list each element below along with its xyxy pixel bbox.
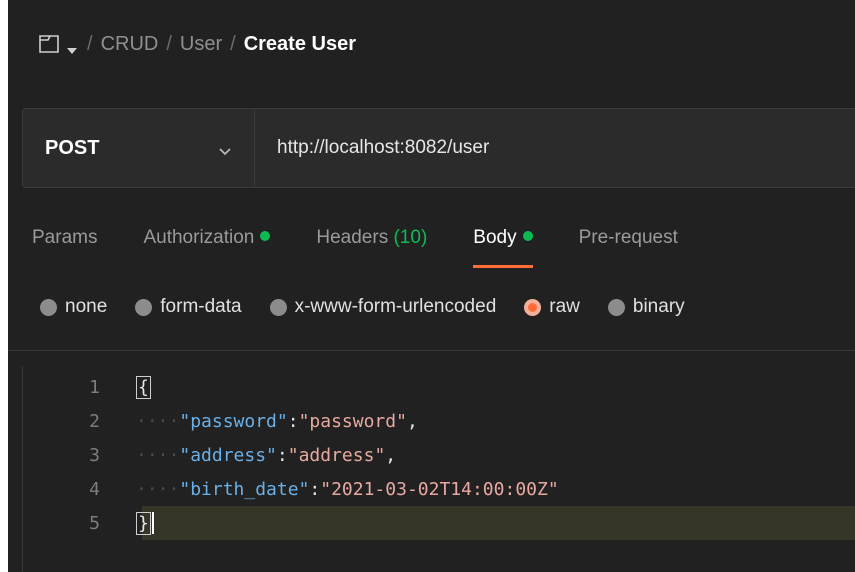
line-number: 1: [89, 376, 100, 398]
current-line-highlight: [142, 506, 855, 540]
request-bar: POST http://localhost:8082/user: [22, 108, 855, 188]
breadcrumb-separator: /: [230, 32, 236, 55]
body-editor[interactable]: 1 { 2 ···· "password": "password", 3 ···· "…: [8, 366, 855, 572]
tab-label: Headers: [316, 227, 389, 248]
tab-label: Pre-request: [578, 227, 678, 248]
code-content: {: [136, 375, 151, 399]
line-number: 3: [89, 444, 100, 466]
breadcrumb-separator: /: [166, 32, 172, 55]
radio-none[interactable]: none: [40, 296, 107, 318]
json-colon: :: [276, 444, 288, 466]
request-name[interactable]: Create User: [244, 33, 356, 56]
indent-guide: ····: [136, 444, 180, 466]
radio-raw[interactable]: raw: [524, 296, 580, 318]
status-dot: [522, 231, 533, 241]
radio-button[interactable]: [40, 298, 57, 316]
indent-guide: ····: [136, 478, 180, 500]
code-line-current[interactable]: 5 }: [8, 506, 855, 540]
tab-params[interactable]: Params: [32, 210, 97, 270]
code-line[interactable]: 1 {: [8, 370, 855, 404]
breadcrumb: / CRUD / User / Create User: [8, 0, 855, 88]
json-value: "password": [298, 410, 407, 432]
code-content: }: [136, 511, 154, 535]
caret-down-icon[interactable]: [65, 39, 79, 54]
radio-form-data[interactable]: form-data: [135, 296, 242, 318]
code-content: ···· "address": "address",: [136, 445, 396, 466]
indent-guide: ····: [136, 410, 180, 432]
json-comma: ,: [406, 410, 418, 432]
chevron-down-icon: [218, 143, 232, 156]
breadcrumb-item-crud[interactable]: CRUD: [101, 33, 159, 56]
code-content: ···· "birth_date": "2021-03-02T14:00:00Z": [136, 479, 559, 500]
json-open-brace: {: [136, 375, 151, 399]
json-value: "address": [287, 444, 386, 466]
line-number: 4: [89, 478, 100, 500]
tab-label: Params: [32, 227, 98, 248]
code-line[interactable]: 4 ···· "birth_date": "2021-03-02T14:00:00Z…: [8, 472, 855, 506]
code-line[interactable]: 2 ···· "password": "password",: [8, 404, 855, 438]
json-comma: ,: [385, 444, 397, 466]
headers-count: (10): [393, 227, 428, 248]
json-key: "password": [179, 410, 288, 432]
url-input[interactable]: http://localhost:8082/user: [255, 109, 855, 187]
json-close-brace: }: [136, 511, 151, 535]
divider: [8, 350, 855, 351]
line-number: 5: [89, 512, 100, 534]
radio-binary[interactable]: binary: [607, 296, 685, 318]
json-key: "birth_date": [179, 478, 310, 500]
tab-headers[interactable]: Headers (10): [316, 210, 427, 270]
radio-button[interactable]: [135, 298, 153, 316]
tab-label: Authorization: [143, 227, 255, 248]
radio-label: binary: [632, 296, 685, 317]
collection-icon[interactable]: [38, 34, 60, 54]
json-colon: :: [287, 410, 299, 432]
radio-label: form-data: [160, 296, 242, 317]
code-line[interactable]: 3 ···· "address": "address",: [8, 438, 855, 472]
body-type-selector: none form-data x-www-form-urlencoded raw…: [8, 286, 855, 328]
breadcrumb-item-user[interactable]: User: [180, 33, 222, 56]
json-value: "2021-03-02T14:00:00Z": [320, 478, 559, 500]
status-dot: [260, 231, 271, 241]
tab-body[interactable]: Body: [473, 210, 533, 270]
radio-label: none: [65, 296, 108, 317]
text-cursor: [151, 512, 154, 534]
request-panel: / CRUD / User / Create User POST http://…: [8, 0, 855, 572]
json-key: "address": [179, 444, 277, 466]
radio-button[interactable]: [607, 298, 625, 316]
active-tab-indicator: [473, 265, 533, 268]
radio-button[interactable]: [269, 298, 287, 316]
method-select[interactable]: POST: [23, 109, 255, 187]
json-colon: :: [309, 478, 321, 500]
breadcrumb-separator: /: [87, 32, 93, 55]
tab-authorization[interactable]: Authorization: [143, 210, 271, 270]
radio-button-checked[interactable]: [524, 298, 542, 316]
radio-label: raw: [549, 296, 580, 317]
method-label: POST: [45, 136, 100, 159]
tab-label: Body: [473, 227, 517, 248]
request-tabs: Params Authorization Headers (10) Body P…: [8, 210, 855, 270]
line-number: 2: [89, 410, 100, 432]
code-content: ···· "password": "password",: [136, 411, 418, 432]
radio-x-www-form-urlencoded[interactable]: x-www-form-urlencoded: [269, 296, 497, 318]
tab-pre-request[interactable]: Pre-request: [579, 210, 678, 270]
radio-label: x-www-form-urlencoded: [294, 296, 497, 317]
